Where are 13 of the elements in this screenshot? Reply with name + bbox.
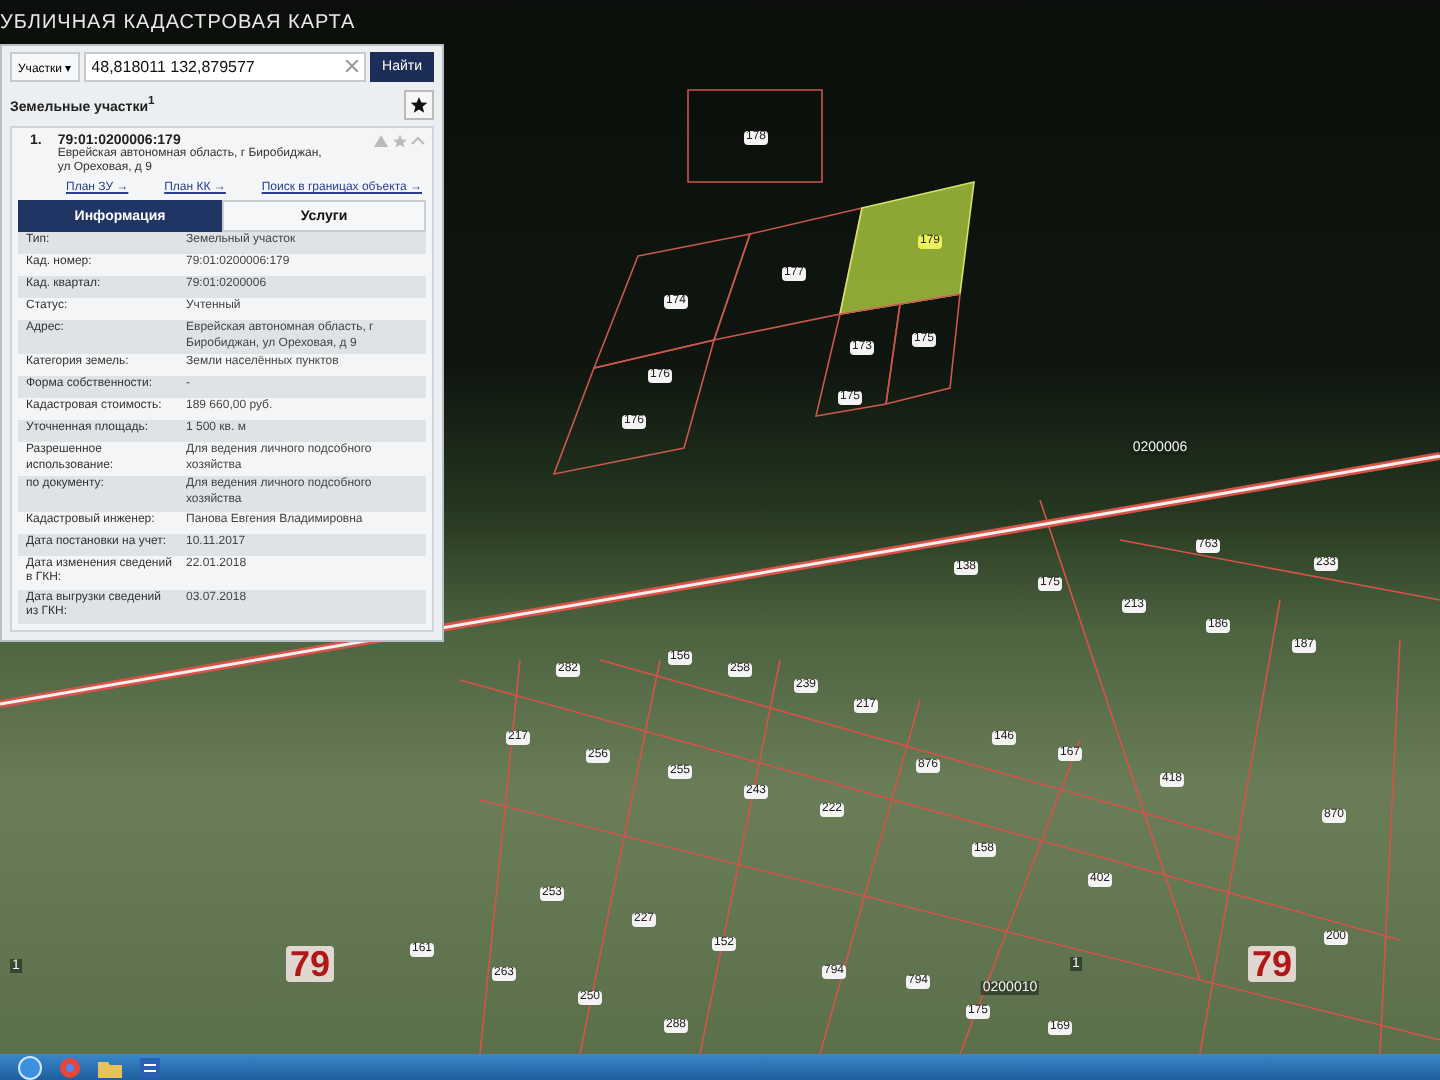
clear-icon[interactable] <box>346 60 359 72</box>
land-parcel[interactable] <box>687 89 823 183</box>
land-parcel[interactable] <box>885 293 961 406</box>
map-label: 79 <box>285 946 335 982</box>
map-label: 79 <box>1247 946 1297 982</box>
land-parcel[interactable] <box>552 338 716 476</box>
app-title: УБЛИЧНАЯ КАДАСТРОВАЯ КАРТА <box>0 12 356 34</box>
start-button-icon[interactable] <box>16 1055 44 1079</box>
star-icon <box>410 96 428 114</box>
land-parcel[interactable] <box>814 303 901 417</box>
document-icon[interactable] <box>136 1055 164 1079</box>
search-field[interactable]: 48,818011 132,879577 <box>83 52 367 82</box>
favorites-button[interactable] <box>404 90 434 120</box>
